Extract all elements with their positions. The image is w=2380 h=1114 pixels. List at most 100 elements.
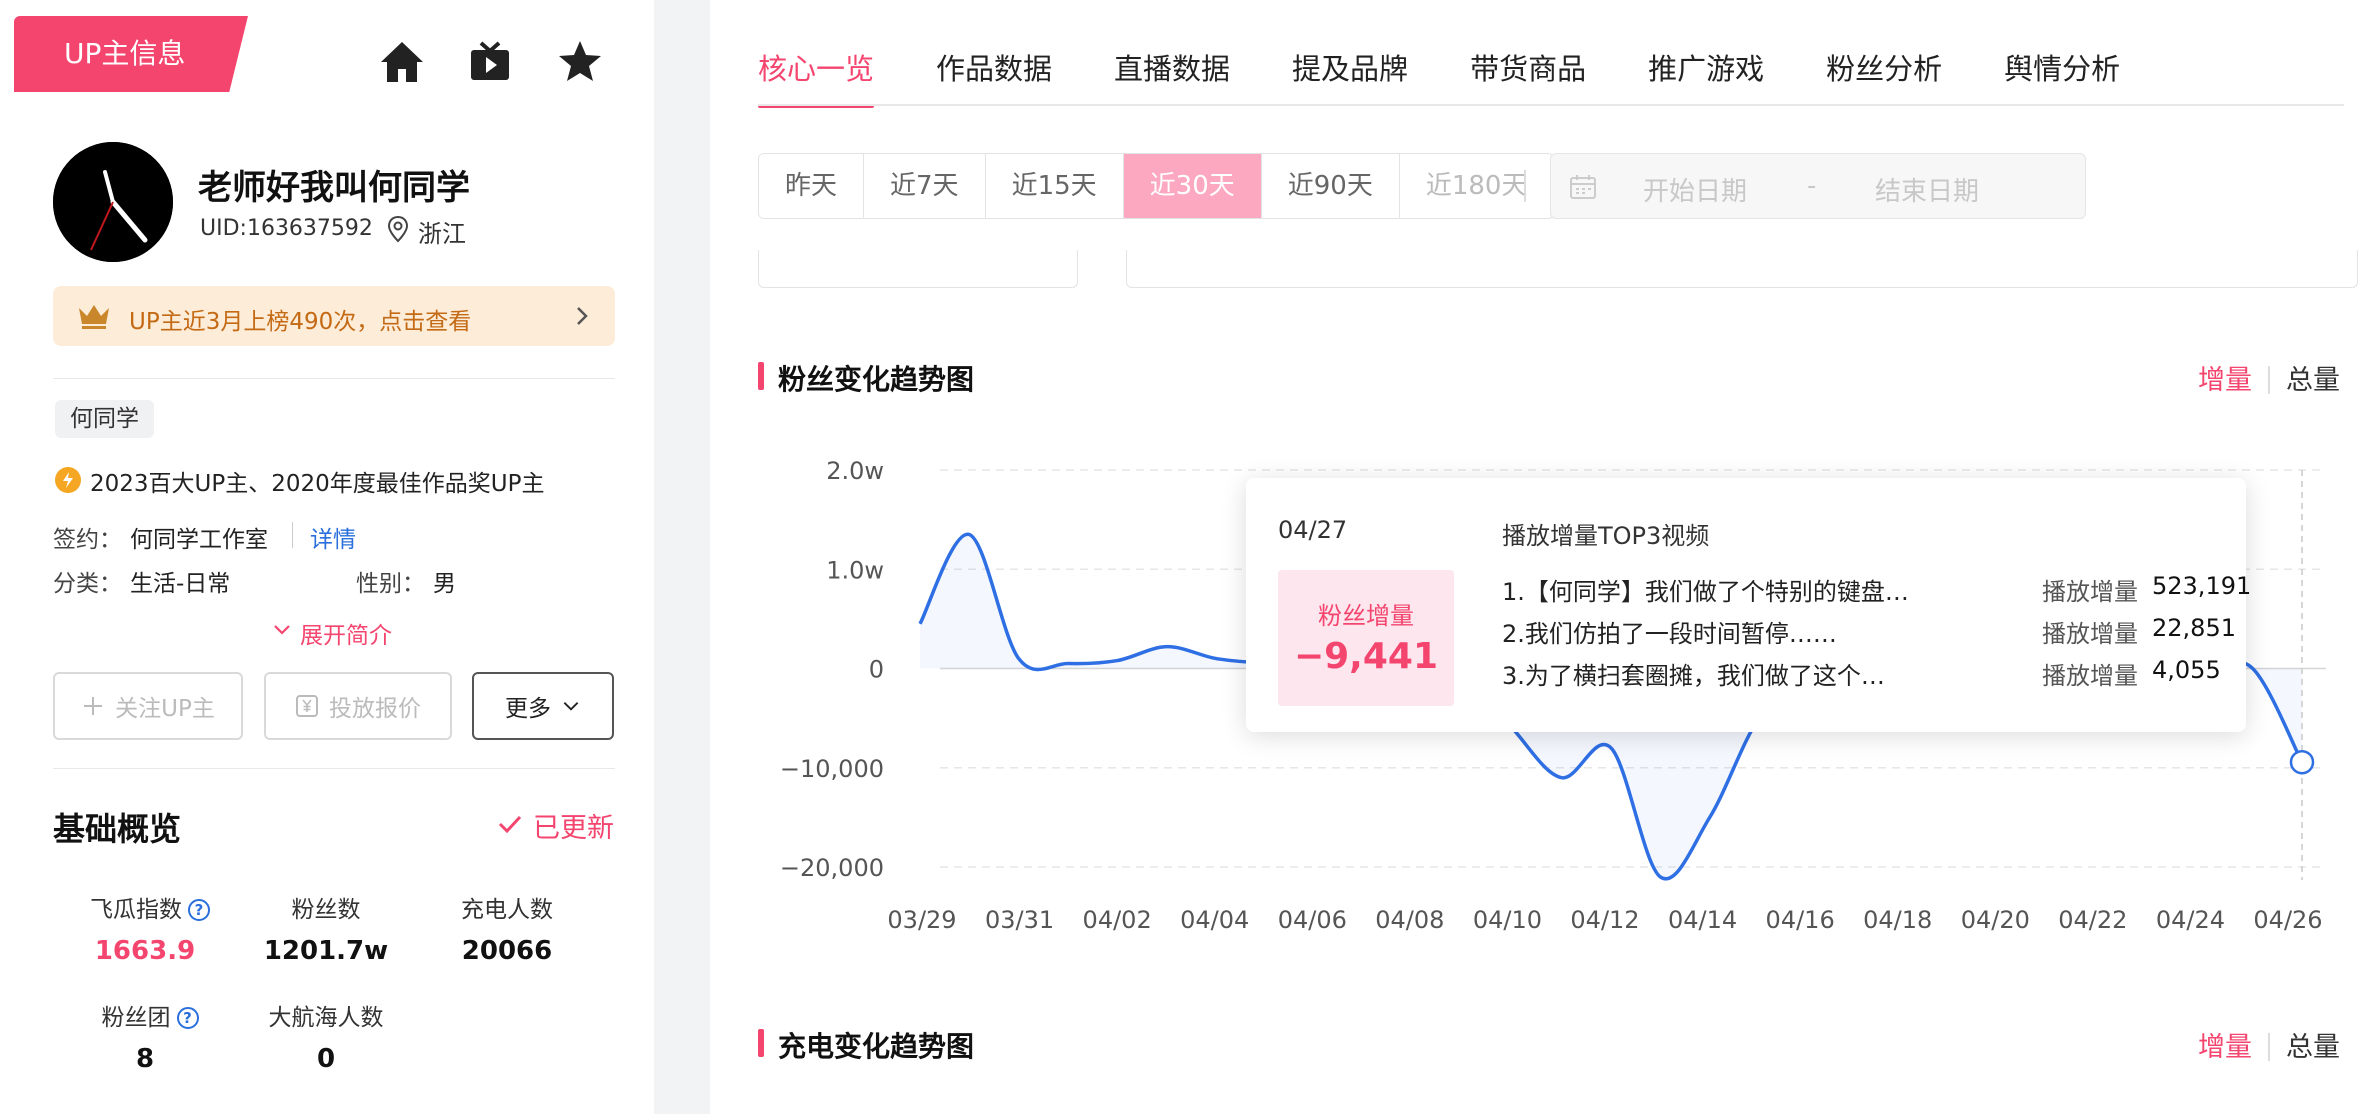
x-tick-label: 04/10 — [1473, 906, 1542, 934]
charge-trend-toggle: 增量 总量 — [2198, 1025, 2340, 1064]
stat-fans-label: 粉丝数 — [291, 897, 361, 923]
stat-feigua-value: 1663.9 — [94, 936, 196, 966]
x-tick-label: 04/22 — [2058, 906, 2127, 934]
stat-guard-value: 0 — [316, 1044, 336, 1074]
range-15d[interactable]: 近15天 — [985, 154, 1124, 218]
range-yesterday[interactable]: 昨天 — [759, 154, 865, 218]
tooltip-top-title: 播放增量TOP3视频 — [1502, 522, 1710, 550]
category-value: 生活-日常 — [130, 571, 231, 597]
y-tick-label: 0 — [869, 656, 884, 684]
divider — [53, 378, 615, 379]
expand-intro-button[interactable]: 展开简介 — [300, 616, 392, 650]
gender-label: 性别： — [356, 571, 425, 597]
divider — [53, 768, 615, 769]
gender-value: 男 — [433, 571, 456, 597]
tab-sentiment[interactable]: 舆情分析 — [2004, 46, 2120, 106]
quote-button[interactable]: 投放报价 — [264, 672, 452, 740]
tooltip-fans-box: 粉丝增量 −9,441 — [1278, 570, 1454, 706]
stat-fanclub-value: 8 — [135, 1044, 155, 1074]
end-date-input[interactable]: 结束日期 — [1875, 171, 1979, 208]
date-range-group: 昨天 近7天 近15天 近30天 近90天 近180天 — [758, 153, 1555, 219]
divider — [292, 522, 293, 548]
stat-guard-label: 大航海人数 — [268, 1005, 384, 1031]
x-tick-label: 03/29 — [887, 906, 956, 934]
more-button[interactable]: 更多 — [472, 672, 614, 740]
section-marker — [758, 1029, 764, 1057]
tooltip-date: 04/27 — [1278, 516, 1348, 544]
stat-charge-label: 充电人数 — [461, 897, 553, 923]
crown-icon — [79, 305, 109, 329]
up-info-panel: UP主信息 老师好我叫何同学 UID:163637592 浙江 UP主近3月上榜… — [0, 0, 654, 1114]
chart-tooltip: 04/27 播放增量TOP3视频 粉丝增量 −9,441 1.【何同学】我们做了… — [1246, 478, 2251, 732]
honor-text: 2023百大UP主、2020年度最佳作品奖UP主 — [90, 471, 545, 497]
range-180d[interactable]: 近180天 — [1399, 154, 1554, 218]
avatar[interactable] — [53, 142, 173, 262]
video-title: 1.【何同学】我们做了个特别的键盘… — [1502, 578, 1909, 606]
tab-goods[interactable]: 带货商品 — [1470, 46, 1586, 106]
range-7d[interactable]: 近7天 — [864, 154, 986, 218]
play-label: 播放增量 — [2042, 662, 2138, 690]
detail-link[interactable]: 详情 — [310, 520, 356, 554]
chevron-down-icon — [563, 702, 579, 711]
video-title: 3.为了横扫套圈摊，我们做了这个… — [1502, 662, 1885, 690]
section-marker — [758, 362, 764, 390]
tab-games[interactable]: 推广游戏 — [1648, 46, 1764, 106]
x-tick-label: 04/06 — [1278, 906, 1347, 934]
x-tick-label: 04/12 — [1570, 906, 1639, 934]
play-value: 523,191 — [2152, 572, 2252, 600]
star-icon[interactable] — [556, 38, 604, 86]
toggle-total[interactable]: 总量 — [2286, 365, 2340, 396]
toggle-total[interactable]: 总量 — [2286, 1032, 2340, 1063]
help-icon[interactable]: ? — [176, 1007, 199, 1029]
stat-fanclub-label: 粉丝团? — [70, 998, 230, 1032]
x-tick-label: 04/02 — [1083, 906, 1152, 934]
play-value: 22,851 — [2152, 614, 2236, 642]
y-tick-label: −20,000 — [780, 854, 884, 882]
tab-works[interactable]: 作品数据 — [936, 46, 1052, 106]
sign-label: 签约： — [53, 527, 122, 553]
x-tick-label: 04/18 — [1863, 906, 1932, 934]
toggle-increment[interactable]: 增量 — [2198, 365, 2252, 396]
tab-live[interactable]: 直播数据 — [1114, 46, 1230, 106]
divider — [758, 104, 2344, 106]
rank-banner[interactable]: UP主近3月上榜490次，点击查看 — [53, 286, 615, 346]
fans-trend-title: 粉丝变化趋势图 — [778, 363, 975, 396]
y-tick-label: 2.0w — [826, 457, 884, 485]
location-icon — [387, 215, 409, 243]
y-tick-label: −10,000 — [780, 755, 884, 783]
tab-overview[interactable]: 核心一览 — [758, 46, 875, 108]
yen-icon — [296, 695, 318, 717]
tab-fans[interactable]: 粉丝分析 — [1826, 46, 1942, 106]
up-info-tag: UP主信息 — [14, 16, 248, 92]
more-label: 更多 — [505, 696, 551, 722]
play-value: 4,055 — [2152, 656, 2221, 684]
follow-up-button[interactable]: 关注UP主 — [53, 672, 243, 740]
help-icon[interactable]: ? — [188, 899, 210, 921]
lightning-icon — [55, 467, 81, 493]
tab-brands[interactable]: 提及品牌 — [1292, 46, 1408, 106]
play-label: 播放增量 — [2042, 620, 2138, 648]
x-tick-label: 04/26 — [2253, 906, 2322, 934]
x-tick-label: 04/04 — [1180, 906, 1249, 934]
stat-charge-value: 20066 — [461, 936, 553, 966]
range-90d[interactable]: 近90天 — [1261, 154, 1400, 218]
charge-trend-title: 充电变化趋势图 — [778, 1030, 975, 1063]
card-stub — [1126, 250, 2358, 288]
updated-status: 已更新 — [533, 813, 614, 844]
x-tick-label: 03/31 — [985, 906, 1054, 934]
start-date-input[interactable]: 开始日期 — [1643, 171, 1747, 208]
y-tick-label: 1.0w — [826, 556, 884, 584]
stat-feigua-label: 飞瓜指数? — [70, 890, 230, 924]
check-icon — [498, 815, 522, 834]
chevron-right-icon — [577, 307, 588, 325]
tv-icon[interactable] — [466, 38, 514, 86]
range-30d[interactable]: 近30天 — [1123, 154, 1262, 218]
toggle-increment[interactable]: 增量 — [2198, 1032, 2252, 1063]
home-icon[interactable] — [378, 38, 426, 86]
plus-icon — [84, 697, 103, 715]
date-range-picker[interactable]: 开始日期 - 结束日期 — [1550, 153, 2086, 219]
up-region: 浙江 — [418, 220, 466, 248]
up-name: 老师好我叫何同学 — [198, 168, 470, 208]
tab-bar: 核心一览 作品数据 直播数据 提及品牌 带货商品 推广游戏 粉丝分析 舆情分析 — [758, 46, 2182, 108]
hover-point — [2289, 749, 2315, 775]
